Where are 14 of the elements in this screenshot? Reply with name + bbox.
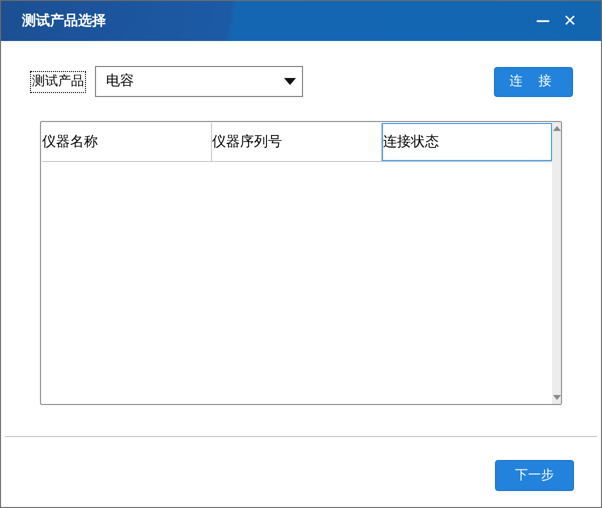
minimize-button[interactable]: — [532, 10, 554, 32]
scroll-down-icon[interactable] [552, 395, 560, 400]
product-dropdown[interactable]: 电容 [95, 66, 303, 97]
column-header[interactable]: 连接状态 [382, 123, 552, 161]
scrollbar[interactable] [552, 122, 561, 404]
close-button[interactable]: ✕ [560, 9, 580, 33]
next-button[interactable]: 下一步 [495, 460, 574, 491]
column-header[interactable]: 仪器名称 [42, 123, 212, 161]
column-header[interactable]: 仪器序列号 [212, 123, 382, 161]
product-label: 测试产品 [30, 70, 86, 92]
scroll-up-icon[interactable] [552, 126, 560, 131]
dropdown-arrow-icon [284, 78, 296, 86]
connect-button[interactable]: 连 接 [494, 66, 573, 96]
window-title: 测试产品选择 [22, 12, 107, 30]
